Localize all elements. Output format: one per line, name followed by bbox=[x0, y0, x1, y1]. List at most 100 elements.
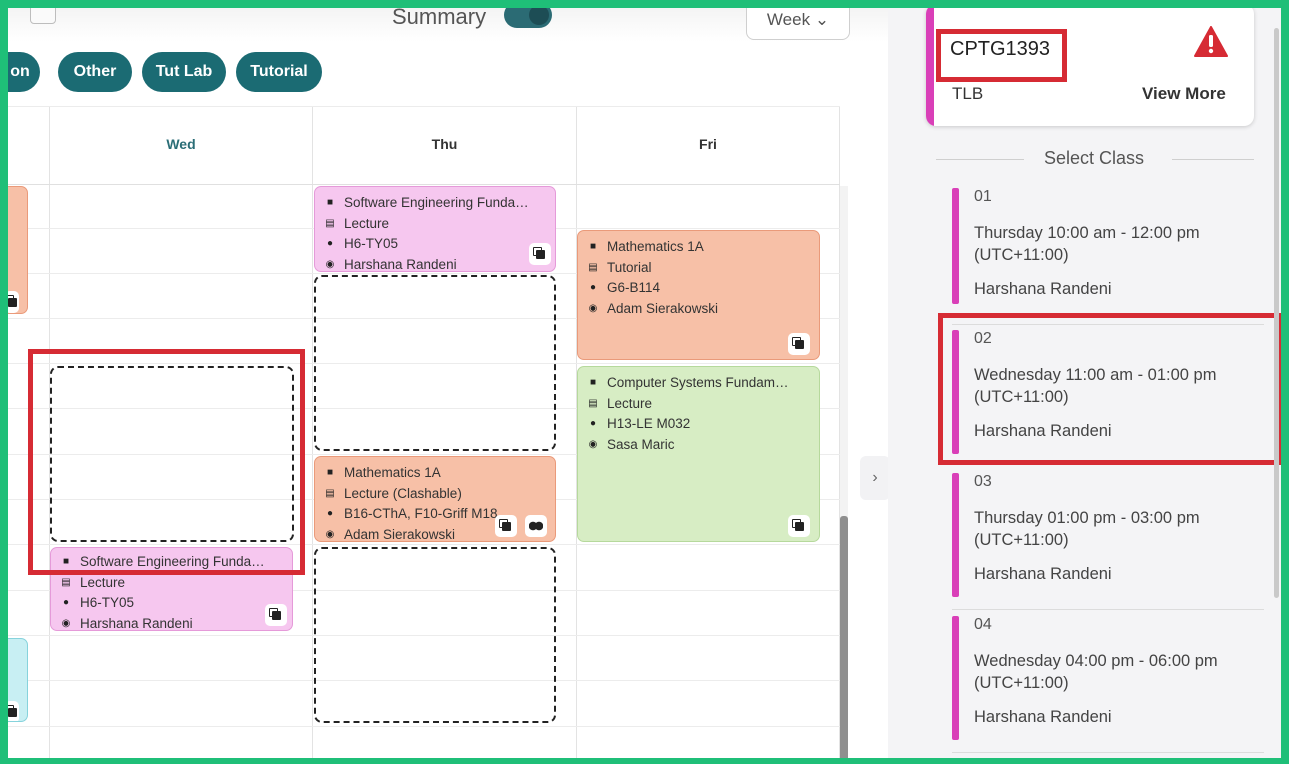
event-card-mathematics-thu[interactable]: ■ Mathematics 1A ▤ Lecture (Clashable) ● B1… bbox=[314, 456, 556, 542]
event-card-mathematics-fri[interactable]: ■ Mathematics 1A ▤ Tutorial ● G6-B114 ◉ Adam… bbox=[577, 230, 820, 360]
event-card-software-engineering-thu[interactable]: ■ Software Engineering Funda… ▤ Lecture ● H… bbox=[314, 186, 556, 272]
filter-pill-tut-lab[interactable]: Tut Lab bbox=[142, 52, 226, 92]
event-person: Sasa Maric bbox=[607, 436, 675, 452]
divider-line bbox=[952, 324, 1264, 325]
class-option-02[interactable]: 02 Wednesday 11:00 am - 01:00 pm (UTC+11… bbox=[952, 330, 1262, 454]
location-pin-icon: ● bbox=[589, 282, 597, 293]
event-card-computer-systems-fri[interactable]: ■ Computer Systems Fundam… ▤ Lecture ● H13-… bbox=[577, 366, 820, 542]
class-option-03[interactable]: 03 Thursday 01:00 pm - 03:00 pm (UTC+11:… bbox=[952, 473, 1262, 597]
class-option-01[interactable]: 01 Thursday 10:00 am - 12:00 pm (UTC+11:… bbox=[952, 188, 1262, 304]
book-icon: ▤ bbox=[61, 576, 71, 588]
copy-icon[interactable] bbox=[788, 515, 810, 537]
location-pin-icon: ● bbox=[589, 418, 597, 429]
book-icon: ▤ bbox=[325, 217, 335, 229]
class-panel: CPTG1393 TLB View More Select Class 01 T… bbox=[888, 8, 1281, 758]
document-icon: ■ bbox=[62, 556, 70, 567]
copy-icon[interactable] bbox=[788, 333, 810, 355]
day-header-fri: Fri bbox=[699, 136, 717, 152]
class-number: 03 bbox=[974, 473, 992, 490]
view-dropdown-label: Week bbox=[766, 10, 811, 29]
course-card: CPTG1393 TLB View More bbox=[926, 8, 1254, 126]
document-icon: ■ bbox=[326, 197, 334, 208]
class-number: 02 bbox=[974, 330, 992, 347]
calendar-scrollbar[interactable] bbox=[840, 186, 848, 758]
copy-icon[interactable] bbox=[495, 515, 517, 537]
event-title: Software Engineering Funda… bbox=[344, 195, 529, 210]
filter-pill-tutorial[interactable]: Tutorial bbox=[236, 52, 322, 92]
event-card-software-engineering-wed[interactable]: ■ Software Engineering Funda… ▤ Lecture ● H… bbox=[50, 547, 293, 631]
summary-toggle[interactable] bbox=[504, 8, 552, 28]
available-slot[interactable] bbox=[50, 366, 294, 542]
person-icon: ◉ bbox=[61, 617, 71, 629]
course-code: CPTG1393 bbox=[950, 38, 1051, 60]
app-frame: Summary Week ⌄ on Other Tut Lab Tutorial… bbox=[8, 8, 1281, 758]
course-type: TLB bbox=[952, 84, 984, 103]
class-time: Thursday 01:00 pm - 03:00 pm (UTC+11:00) bbox=[974, 509, 1200, 549]
event-location: H6-TY05 bbox=[80, 595, 135, 610]
class-tutor: Harshana Randeni bbox=[974, 280, 1112, 298]
view-dropdown[interactable]: Week ⌄ bbox=[746, 8, 850, 40]
copy-icon[interactable] bbox=[8, 701, 19, 721]
scrollbar-thumb[interactable] bbox=[840, 516, 848, 758]
document-icon: ■ bbox=[589, 377, 597, 388]
event-person: Harshana Randeni bbox=[344, 256, 457, 272]
collapse-panel-button[interactable]: › bbox=[860, 456, 890, 500]
class-tutor: Harshana Randeni bbox=[974, 422, 1112, 440]
copy-icon[interactable] bbox=[529, 243, 551, 265]
event-location: G6-B114 bbox=[607, 280, 661, 295]
calendar-area: Summary Week ⌄ on Other Tut Lab Tutorial… bbox=[8, 8, 888, 758]
copy-icon[interactable] bbox=[8, 291, 19, 313]
grid-divider bbox=[312, 106, 313, 758]
accent-bar bbox=[926, 8, 934, 126]
view-more-link[interactable]: View More bbox=[1142, 84, 1226, 104]
toggle-knob bbox=[529, 8, 549, 25]
filter-pill-on[interactable]: on bbox=[8, 52, 40, 92]
filter-pill-other[interactable]: Other bbox=[58, 52, 132, 92]
class-tutor: Harshana Randeni bbox=[974, 708, 1112, 726]
class-tutor: Harshana Randeni bbox=[974, 565, 1112, 583]
grid-divider bbox=[8, 184, 840, 185]
class-time: Wednesday 11:00 am - 01:00 pm (UTC+11:00… bbox=[974, 366, 1217, 406]
menu-icon[interactable] bbox=[30, 8, 56, 24]
event-card-partial[interactable] bbox=[8, 638, 28, 722]
person-icon: ◉ bbox=[588, 438, 598, 450]
class-option-04[interactable]: 04 Wednesday 04:00 pm - 06:00 pm (UTC+11… bbox=[952, 616, 1262, 740]
event-card-partial[interactable] bbox=[8, 186, 28, 314]
document-icon: ■ bbox=[326, 467, 334, 478]
person-icon: ◉ bbox=[588, 302, 598, 314]
event-location: H13-LE M032 bbox=[607, 416, 691, 431]
grid-divider bbox=[8, 106, 840, 107]
day-header-wed: Wed bbox=[166, 136, 196, 152]
available-slot[interactable] bbox=[314, 275, 556, 451]
event-type: Lecture bbox=[607, 395, 653, 411]
location-pin-icon: ● bbox=[326, 238, 334, 249]
warning-icon[interactable] bbox=[1194, 26, 1228, 58]
event-type: Tutorial bbox=[607, 259, 652, 275]
event-title: Computer Systems Fundam… bbox=[607, 375, 789, 390]
event-person: Harshana Randeni bbox=[80, 615, 193, 631]
accent-bar bbox=[952, 473, 959, 597]
accent-bar bbox=[952, 188, 959, 304]
class-number: 04 bbox=[974, 616, 992, 633]
location-pin-icon: ● bbox=[326, 508, 334, 519]
panel-scrollbar[interactable] bbox=[1274, 28, 1279, 598]
chevron-right-icon: › bbox=[872, 469, 878, 486]
class-number: 01 bbox=[974, 188, 992, 205]
divider-line bbox=[952, 609, 1264, 610]
accent-bar bbox=[952, 330, 959, 454]
book-icon: ▤ bbox=[588, 397, 598, 409]
book-icon: ▤ bbox=[325, 487, 335, 499]
available-slot[interactable] bbox=[314, 547, 556, 723]
person-icon: ◉ bbox=[325, 258, 335, 270]
class-time: Thursday 10:00 am - 12:00 pm (UTC+11:00) bbox=[974, 224, 1200, 264]
person-icon: ◉ bbox=[325, 528, 335, 540]
chevron-down-icon: ⌄ bbox=[814, 10, 830, 29]
copy-icon[interactable] bbox=[265, 604, 287, 626]
book-icon: ▤ bbox=[588, 261, 598, 273]
clash-icon[interactable] bbox=[525, 515, 547, 537]
event-person: Adam Sierakowski bbox=[344, 526, 456, 542]
location-pin-icon: ● bbox=[62, 597, 70, 608]
class-time: Wednesday 04:00 pm - 06:00 pm (UTC+11:00… bbox=[974, 652, 1218, 692]
document-icon: ■ bbox=[589, 241, 597, 252]
event-location: B16-CThA, F10-Griff M18 bbox=[344, 506, 498, 521]
